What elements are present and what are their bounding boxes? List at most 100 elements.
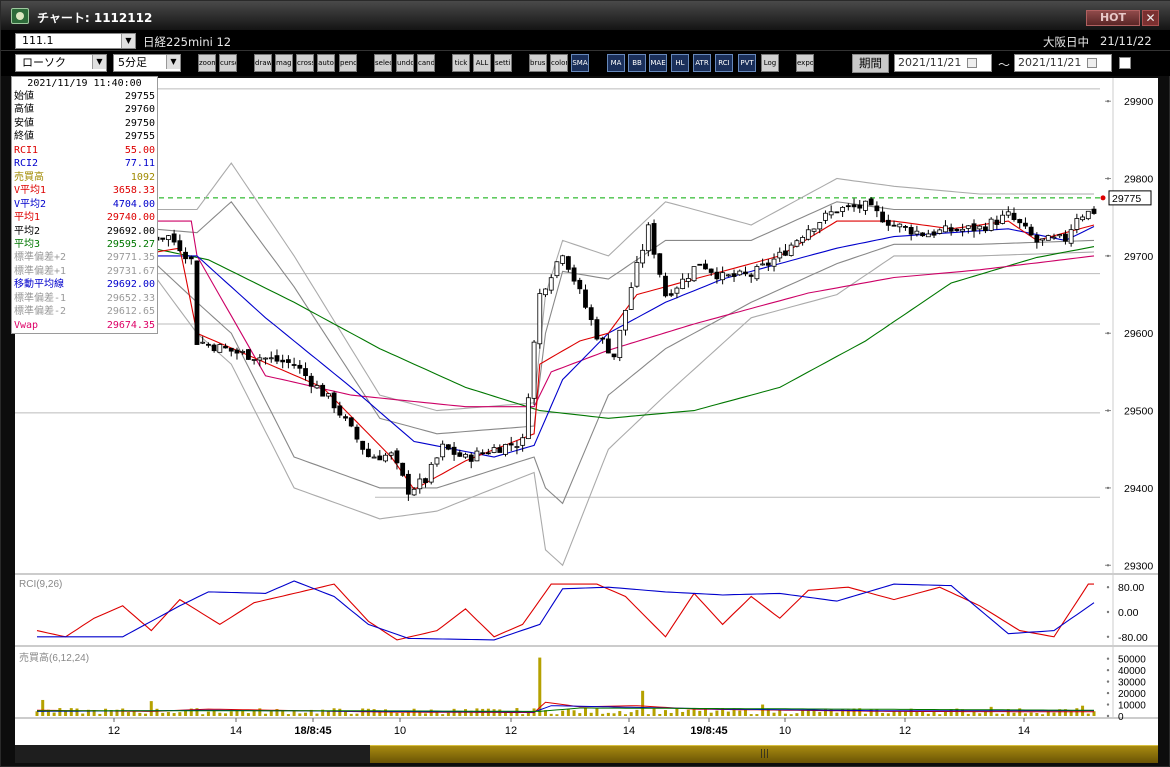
toolbar-select-button[interactable]: select	[374, 54, 392, 72]
calendar-icon[interactable]	[1087, 58, 1097, 68]
toolbar-drawdown-button[interactable]: drawdown	[254, 54, 272, 72]
candle-body	[1091, 208, 1097, 214]
volume-bar	[224, 713, 228, 716]
hot-button[interactable]: HOT	[1086, 10, 1140, 26]
toolbar-bb-button[interactable]: BB	[628, 54, 646, 72]
candle-body	[737, 270, 743, 276]
range-checkbox[interactable]	[1119, 57, 1131, 69]
toolbar-pvt-button[interactable]: PVT	[738, 54, 756, 72]
volume-bar	[372, 709, 376, 716]
x-tick-label: 14	[623, 725, 635, 737]
y-tick-dot	[1106, 691, 1110, 695]
candle-body	[817, 222, 823, 230]
scroll-track[interactable]	[15, 745, 370, 763]
period-range-button[interactable]: 期間	[852, 54, 889, 73]
toolbar-mae-button[interactable]: MAE	[649, 54, 667, 72]
volume-bar	[361, 708, 365, 716]
volume-bar	[52, 712, 56, 716]
volume-bar	[98, 713, 102, 716]
y-tick-label: 29900	[1124, 96, 1153, 108]
candle-body	[811, 228, 817, 232]
chevron-down-icon[interactable]: ▼	[121, 34, 135, 48]
info-value: 29595.27	[106, 238, 155, 250]
toolbar-ma-button[interactable]: MA	[607, 54, 625, 72]
volume-bar	[715, 710, 719, 716]
candle-body	[428, 463, 434, 483]
volume-bar	[681, 711, 685, 716]
volume-bar	[789, 714, 793, 716]
candle-body	[743, 271, 748, 275]
candle-body	[206, 343, 211, 346]
toolbar-color-button[interactable]: color	[550, 54, 568, 72]
title-bar[interactable]: チャート: 1112112 HOT ✕	[1, 1, 1170, 31]
chart-type-value: ローソク	[22, 56, 66, 69]
volume-bar	[229, 711, 233, 716]
toolbar-crosshair-button[interactable]: crosshair	[296, 54, 314, 72]
toolbar-rci-button[interactable]: RCI	[715, 54, 733, 72]
toolbar-log-button[interactable]: Log	[761, 54, 779, 72]
candle-body	[783, 250, 788, 256]
toolbar-undo-button[interactable]: undo	[396, 54, 414, 72]
toolbar-hl-button[interactable]: HL	[671, 54, 689, 72]
toolbar-sma-button[interactable]: SMA	[571, 54, 589, 72]
volume-bar	[1052, 712, 1056, 716]
toolbar-brush-button[interactable]: brush	[529, 54, 547, 72]
info-row: 標準偏差-2 29612.65	[14, 305, 157, 318]
market-date: 21/11/22	[1100, 34, 1152, 48]
toolbar-all-button[interactable]: ALL	[473, 54, 491, 72]
info-row: 平均1 29740.00	[14, 211, 157, 224]
y-tick-dot	[1106, 564, 1110, 567]
period-select[interactable]: 5分足 ▼	[113, 54, 181, 72]
toolbar-atr-button[interactable]: ATR	[693, 54, 711, 72]
chevron-down-icon[interactable]: ▼	[92, 55, 106, 69]
candle-body	[1023, 222, 1028, 227]
candle-body	[805, 229, 811, 240]
toolbar-auto-button[interactable]: auto	[317, 54, 335, 72]
calendar-icon[interactable]	[967, 58, 977, 68]
chevron-down-icon[interactable]: ▼	[166, 55, 180, 69]
toolbar-tick-button[interactable]: tick	[452, 54, 470, 72]
toolbar-pencil-button[interactable]: pencil	[339, 54, 357, 72]
volume-bar	[561, 710, 565, 716]
toolbar-cursor-button[interactable]: cursor	[219, 54, 237, 72]
candle-body	[794, 240, 800, 247]
toolbar-candle-button[interactable]: candle	[417, 54, 435, 72]
chart-area[interactable]: 29300 29400 29500 29600 29700 29800 29900 29775…	[15, 78, 1158, 745]
close-icon[interactable]: ✕	[1142, 10, 1159, 26]
candle-body	[1028, 226, 1034, 236]
volume-bar	[703, 708, 707, 716]
candle-body	[1034, 234, 1040, 243]
chart-type-select[interactable]: ローソク ▼	[15, 54, 107, 72]
time-scrollbar[interactable]: |||	[15, 745, 1158, 763]
volume-bar	[555, 714, 559, 716]
symbol-select[interactable]: 111.1 ▼	[15, 33, 136, 49]
info-row: 売買高 1092	[14, 171, 157, 184]
x-tick-label: 10	[394, 725, 406, 737]
volume-bar	[58, 708, 62, 716]
volume-bar	[583, 708, 587, 716]
candle-body	[354, 426, 360, 440]
toolbar-export-button[interactable]: export	[796, 54, 814, 72]
date-from-value: 2021/11/21	[898, 56, 962, 69]
date-to-field[interactable]: 2021/11/21	[1014, 54, 1112, 72]
volume-bar	[132, 710, 136, 716]
volume-y-tick-label: 10000	[1118, 701, 1146, 712]
scroll-thumb[interactable]: |||	[370, 745, 1158, 763]
volume-bar	[178, 712, 182, 716]
volume-bar	[566, 709, 570, 716]
candle-body	[377, 455, 383, 461]
volume-title: 売買高(6,12,24)	[19, 651, 89, 664]
chart-svg[interactable]: 29300 29400 29500 29600 29700 29800 29900 29775…	[15, 78, 1158, 745]
toolbar-settings-button[interactable]: settings	[494, 54, 512, 72]
grip-icon: |||	[760, 749, 770, 759]
volume-bar	[304, 712, 308, 716]
volume-bar	[595, 708, 599, 716]
candle-body	[617, 329, 623, 359]
info-label: 標準偏差-2	[14, 306, 67, 318]
date-from-field[interactable]: 2021/11/21	[894, 54, 992, 72]
candle-body	[971, 223, 977, 232]
volume-bar	[686, 709, 690, 716]
toolbar-magnify-button[interactable]: magnify	[275, 54, 293, 72]
toolbar-zoom-button[interactable]: zoom	[198, 54, 216, 72]
info-row: 標準偏差+2 29771.35	[14, 251, 157, 264]
